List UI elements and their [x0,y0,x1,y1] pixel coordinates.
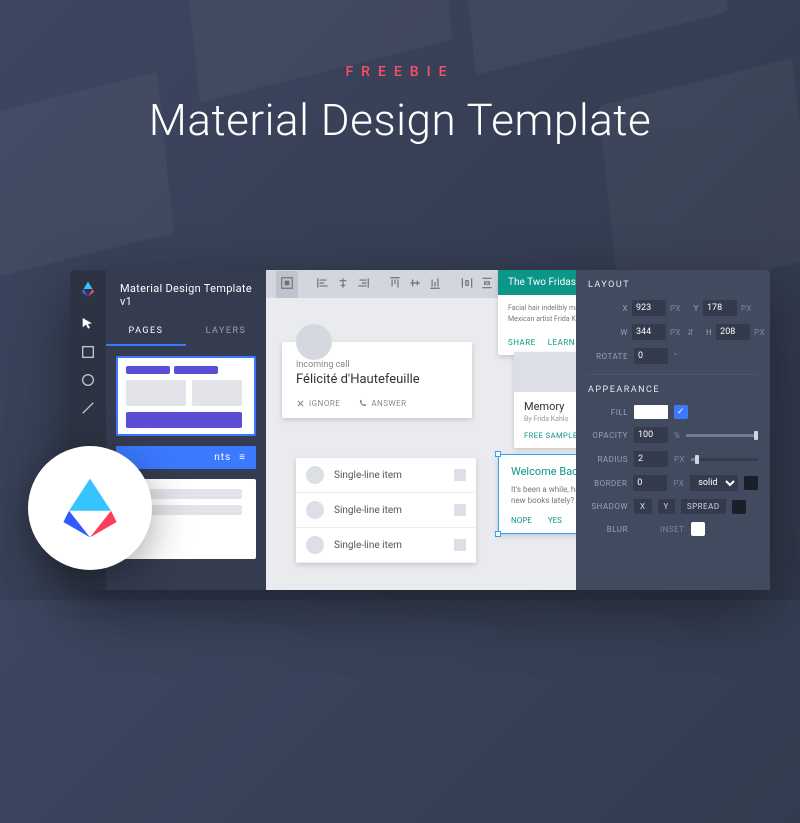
project-title: Material Design Template v1 [106,270,266,318]
incoming-call-card[interactable]: Incoming call Félicité d'Hautefeuille IG… [282,342,472,418]
distribute-v-icon[interactable] [480,275,494,294]
shadow-spread-input[interactable]: SPREAD [681,499,726,514]
border-style-select[interactable]: solid [690,475,738,491]
radius-slider[interactable] [691,458,758,461]
welcome-body: It's been a while, have you read any new… [511,484,576,506]
rotate-input[interactable] [634,348,668,364]
fill-toggle[interactable]: ✓ [674,405,688,419]
h-input[interactable] [716,324,750,340]
list-item-label: Single-line item [334,505,402,516]
list-item-label: Single-line item [334,470,402,481]
align-bottom-icon[interactable] [428,275,442,294]
checkbox-icon[interactable] [454,469,466,481]
book-author: By Frida Kahlo [524,415,576,423]
checkbox-icon[interactable] [454,504,466,516]
inset-toggle[interactable] [691,522,705,536]
hero-title: Material Design Template [0,94,800,146]
learn-more-button[interactable]: LEARN MORE [548,338,576,347]
list-item[interactable]: Single-line item [296,528,476,563]
w-input[interactable] [632,324,666,340]
book-cover-placeholder [514,352,576,392]
answer-button[interactable]: ANSWER [358,399,406,408]
align-left-icon[interactable] [316,275,330,294]
align-top-icon[interactable] [388,275,402,294]
list-item[interactable]: Single-line item [296,493,476,528]
page-thumbnail-label: nts ≡ [116,446,256,469]
border-color-swatch[interactable] [744,476,758,490]
call-sub-label: Incoming call [296,360,458,370]
checkbox-icon[interactable] [454,539,466,551]
align-right-icon[interactable] [356,275,370,294]
welcome-dialog-selected[interactable]: Welcome Back! It's been a while, have yo… [498,454,576,534]
tab-layers[interactable]: LAYERS [186,318,266,346]
avatar [296,324,332,360]
rectangle-tool-icon[interactable] [80,344,96,360]
app-logo-icon [55,473,125,543]
shadow-x-input[interactable]: X [634,499,652,514]
tab-pages[interactable]: PAGES [106,318,186,346]
y-input[interactable] [703,300,737,316]
page-thumbnail[interactable] [116,356,256,436]
editor-window: Material Design Template v1 PAGES LAYERS… [70,270,770,590]
link-dimensions-icon[interactable]: ⇵ [687,328,694,337]
avatar-placeholder-icon [306,466,324,484]
x-input[interactable] [632,300,666,316]
app-logo-icon [79,280,97,298]
canvas[interactable]: Incoming call Félicité d'Hautefeuille IG… [266,270,576,590]
article-title: The Two Fridas [498,270,576,295]
app-logo-badge [28,446,152,570]
avatar-placeholder-icon [306,501,324,519]
article-body: Facial hair indelibly marks the self-por… [498,295,576,332]
border-input[interactable] [633,475,667,491]
caller-name: Félicité d'Hautefeuille [296,372,458,387]
hero-eyebrow: FREEBIE [0,64,800,80]
list-item-label: Single-line item [334,540,402,551]
welcome-title: Welcome Back! [511,465,576,478]
inspector-panel: LAYOUT XPX YPX WPX ⇵ HPX ROTATE ° APPEAR… [576,270,770,590]
opacity-input[interactable] [634,427,668,443]
distribute-h-icon[interactable] [460,275,474,294]
close-icon [296,399,305,408]
article-card[interactable]: The Two Fridas Facial hair indelibly mar… [498,270,576,355]
group-selection-icon[interactable] [276,271,298,298]
avatar-placeholder-icon [306,536,324,554]
align-center-icon[interactable] [336,275,350,294]
ellipse-tool-icon[interactable] [80,372,96,388]
appearance-section-title: APPEARANCE [588,385,758,395]
shadow-y-input[interactable]: Y [658,499,675,514]
radius-input[interactable] [634,451,668,467]
nope-button[interactable]: NOPE [511,516,532,525]
align-middle-icon[interactable] [408,275,422,294]
shadow-color-swatch[interactable] [732,500,746,514]
opacity-slider[interactable] [686,434,758,437]
book-card[interactable]: Memory By Frida Kahlo FREE SAMPLE REVIEW [514,352,576,448]
line-tool-icon[interactable] [80,400,96,416]
pointer-tool-icon[interactable] [80,316,96,332]
list-card[interactable]: Single-line item Single-line item Single… [296,458,476,563]
yes-button[interactable]: YES [548,516,562,525]
ignore-button[interactable]: IGNORE [296,399,340,408]
fill-swatch[interactable] [634,405,668,419]
free-sample-button[interactable]: FREE SAMPLE [524,431,576,440]
list-item[interactable]: Single-line item [296,458,476,493]
share-button[interactable]: SHARE [508,338,536,347]
phone-icon [358,399,367,408]
layout-section-title: LAYOUT [588,280,758,290]
book-title: Memory [524,400,576,413]
